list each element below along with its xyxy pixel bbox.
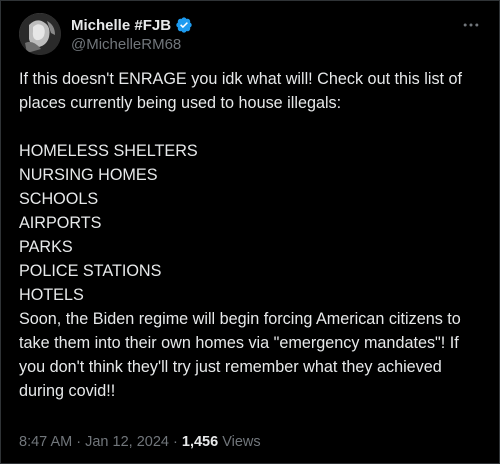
places-list: HOMELESS SHELTERS NURSING HOMES SCHOOLS …: [19, 139, 485, 307]
tweet-card: Michelle #FJB @MichelleRM68 If this does…: [0, 0, 500, 464]
tweet-date[interactable]: Jan 12, 2024: [85, 434, 169, 450]
tweet-text: If this doesn't ENRAGE you idk what will…: [19, 67, 485, 403]
list-item: AIRPORTS: [19, 214, 102, 232]
display-name[interactable]: Michelle #FJB: [71, 17, 171, 34]
list-item: POLICE STATIONS: [19, 262, 162, 280]
handle[interactable]: @MichelleRM68: [71, 36, 193, 53]
list-item: HOTELS: [19, 286, 84, 304]
list-item: HOMELESS SHELTERS: [19, 142, 198, 160]
tweet-intro: If this doesn't ENRAGE you idk what will…: [19, 70, 463, 112]
verified-badge-icon: [175, 16, 193, 34]
separator: ·: [76, 434, 82, 450]
list-item: PARKS: [19, 238, 73, 256]
list-item: NURSING HOMES: [19, 166, 158, 184]
tweet-closing: Soon, the Biden regime will begin forcin…: [19, 310, 461, 400]
tweet-header: Michelle #FJB @MichelleRM68: [19, 13, 487, 57]
list-item: SCHOOLS: [19, 190, 99, 208]
avatar[interactable]: [19, 13, 61, 55]
separator: ·: [173, 434, 178, 450]
views-label: Views: [222, 434, 261, 450]
tweet-meta: 8:47 AM · Jan 12, 2024 · 1,456 Views: [19, 434, 261, 450]
views-count: 1,456: [181, 434, 219, 450]
tweet-time[interactable]: 8:47 AM: [19, 434, 72, 450]
avatar-photo-icon: [19, 13, 61, 55]
more-horizontal-icon[interactable]: [459, 15, 483, 33]
